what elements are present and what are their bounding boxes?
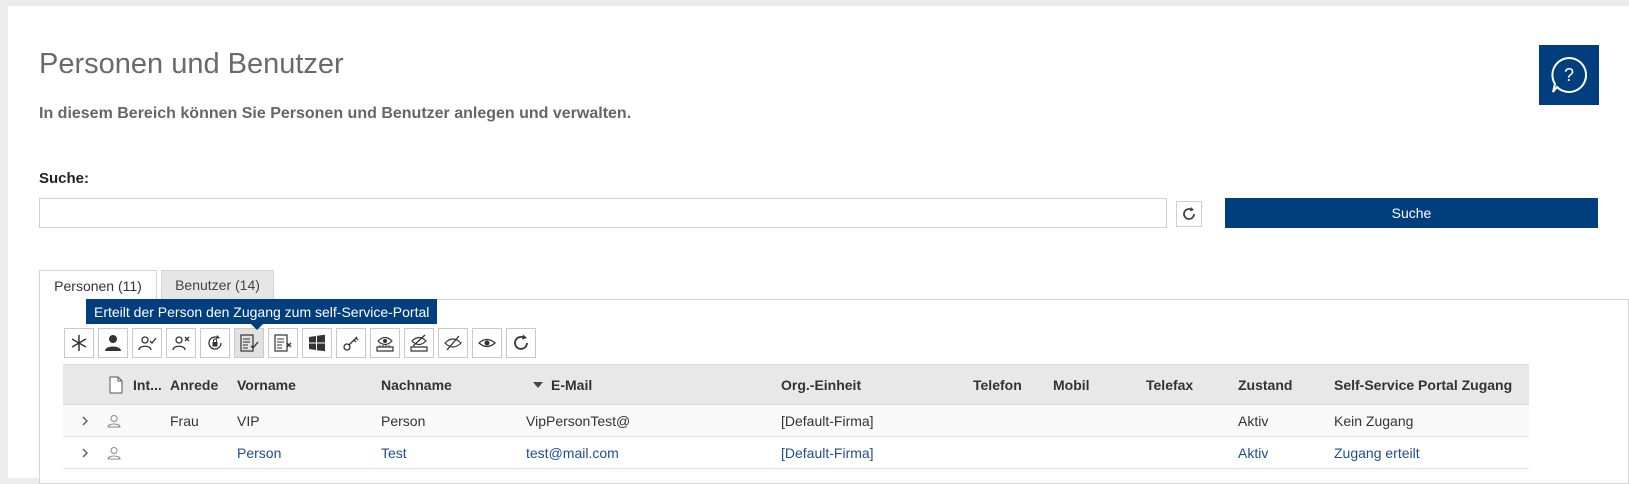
toolbar-button-key[interactable] [336,328,366,358]
help-button[interactable]: ? [1539,45,1599,105]
refresh-icon [1183,207,1195,220]
list-x-icon [274,334,292,352]
toolbar-button-new[interactable] [64,328,94,358]
cell-nachname: Test [381,444,407,461]
column-attachment[interactable] [109,365,123,404]
page-title: Personen und Benutzer [39,48,344,80]
list-check-icon [240,334,259,352]
hand-eye-slash-icon [410,334,428,352]
eye-icon [478,338,496,348]
toolbar-button-person-x[interactable] [166,328,196,358]
toolbar-button-person-check[interactable] [132,328,162,358]
column-mobil[interactable]: Mobil [1053,365,1090,404]
toolbar-button-revoke-portal[interactable] [268,328,298,358]
cell-portal: Zugang erteilt [1334,444,1420,461]
column-nachname[interactable]: Nachname [381,365,452,404]
toolbar-button-grant-portal[interactable] [234,328,264,358]
person-check-icon [138,336,157,351]
cell-vorname: Person [237,444,282,461]
search-input[interactable] [39,198,1167,228]
column-int[interactable]: Int... [133,365,162,404]
cell-zustand: Aktiv [1238,412,1269,429]
help-question-icon: ? [1551,56,1588,93]
toolbar [64,328,536,358]
svg-text:?: ? [1564,65,1574,85]
toolbar-button-lock-refresh[interactable] [200,328,230,358]
toolbar-button-show-hand[interactable] [370,328,400,358]
column-email-label: E-Mail [551,376,593,393]
tooltip-arrow [251,324,263,330]
toolbar-button-refresh[interactable] [506,328,536,358]
cell-zustand: Aktiv [1238,444,1269,461]
cell-org: [Default-Firma] [781,412,874,429]
search-refresh-button[interactable] [1176,201,1202,227]
cell-vorname: VIP [237,412,260,429]
refresh-icon [514,334,528,350]
tab-personen[interactable]: Personen (11) [39,270,157,300]
table-header: Int... Anrede Vorname Nachname E-Mail Or… [63,364,1529,405]
toolbar-button-person[interactable] [98,328,128,358]
column-email[interactable]: E-Mail [533,365,592,404]
column-org[interactable]: Org.-Einheit [781,365,861,404]
column-telefon[interactable]: Telefon [973,365,1022,404]
toolbar-button-hide-hand[interactable] [404,328,434,358]
cell-email: VipPersonTest@ [526,412,631,429]
column-anrede[interactable]: Anrede [170,365,218,404]
toolbar-button-hide[interactable] [438,328,468,358]
asterisk-icon [71,335,87,351]
cell-org: [Default-Firma] [781,444,874,461]
cell-portal: Kein Zugang [1334,412,1414,429]
sort-desc-icon [533,381,543,388]
table-row[interactable]: Person Test test@mail.com [Default-Firma… [63,437,1529,469]
eye-slash-icon [444,335,462,351]
tooltip: Erteilt der Person den Zugang zum self-S… [86,299,438,324]
search-button[interactable]: Suche [1225,198,1598,228]
person-x-icon [172,336,190,351]
search-label: Suche: [39,170,90,187]
cell-nachname: Person [381,412,426,429]
hand-eye-icon [376,336,394,352]
lock-refresh-icon [208,335,222,350]
person-icon [107,405,121,436]
column-portal[interactable]: Self-Service Portal Zugang [1334,365,1512,404]
key-icon [343,336,359,351]
toolbar-button-show[interactable] [472,328,502,358]
expand-icon[interactable] [81,437,89,468]
person-icon [107,437,121,468]
document-icon [109,376,123,393]
column-telefax[interactable]: Telefax [1146,365,1193,404]
cell-anrede: Frau [170,412,199,429]
table-row[interactable]: Frau VIP Person VipPersonTest@ [Default-… [63,405,1529,437]
persons-table: Int... Anrede Vorname Nachname E-Mail Or… [63,364,1529,469]
windows-icon [309,334,325,352]
tab-benutzer[interactable]: Benutzer (14) [161,270,274,300]
cell-email: test@mail.com [526,444,619,461]
column-zustand[interactable]: Zustand [1238,365,1292,404]
toolbar-button-windows[interactable] [302,328,332,358]
person-icon [105,335,121,351]
page-subtitle: In diesem Bereich können Sie Personen un… [39,105,632,122]
expand-icon[interactable] [81,405,89,436]
column-vorname[interactable]: Vorname [237,365,296,404]
main-panel: Personen und Benutzer In diesem Bereich … [8,6,1629,484]
